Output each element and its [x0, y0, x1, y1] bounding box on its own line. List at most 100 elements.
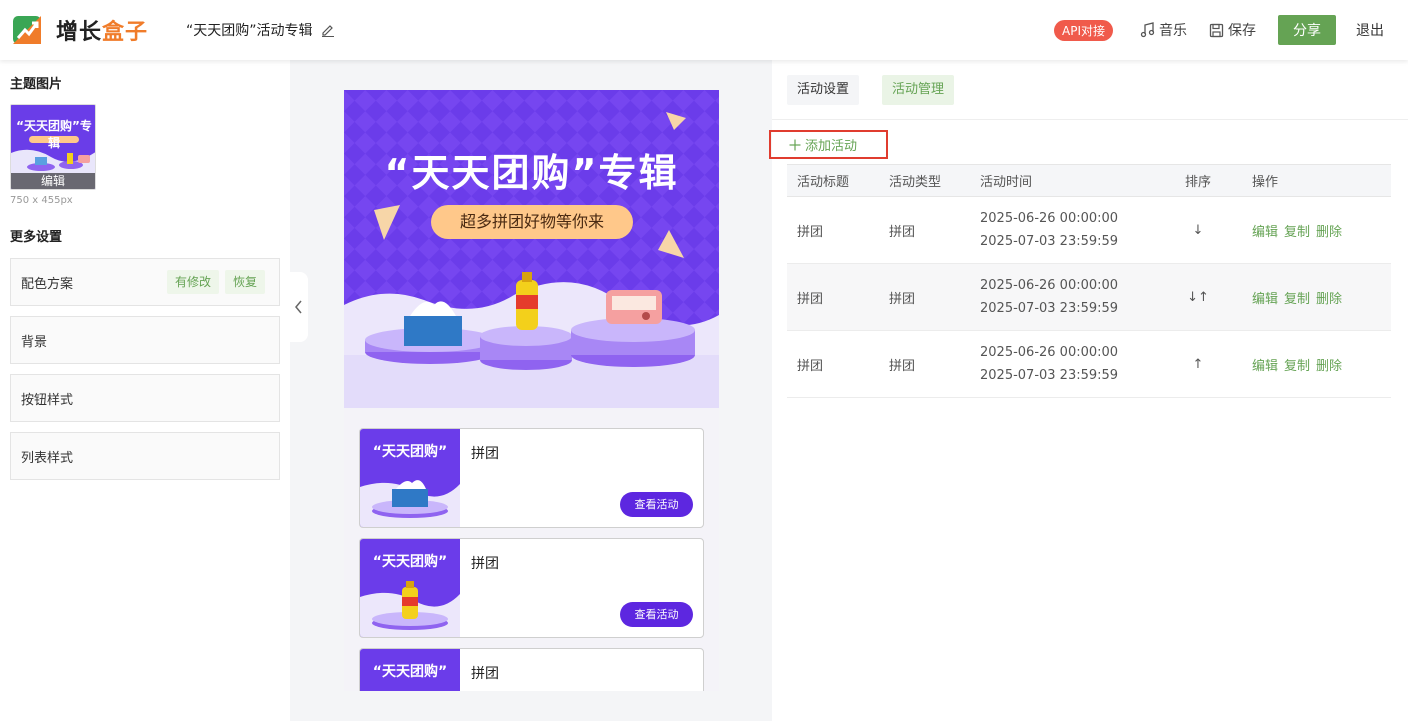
tab-divider: [772, 119, 1408, 120]
logo-text: 增长盒子: [56, 20, 149, 45]
delete-link[interactable]: 删除: [1316, 359, 1342, 374]
right-management-panel: 活动设置 活动管理 添加活动 活动标题 活动类型 活动时间 排序 操作 拼团 拼…: [769, 60, 1408, 721]
col-type-header: 活动类型: [879, 164, 970, 197]
row-end-time: 2025-07-03 23:59:59: [980, 234, 1119, 249]
row-end-time: 2025-07-03 23:59:59: [980, 301, 1119, 316]
table-row: 拼团 拼团 2025-06-26 00:00:00 2025-07-03 23:…: [787, 263, 1391, 331]
save-label: 保存: [1228, 23, 1256, 39]
row-type: 拼团: [879, 196, 970, 264]
activity-card[interactable]: “天天团购” 拼团 查看活动: [359, 538, 704, 638]
growth-logo-icon: [13, 16, 41, 44]
background-item[interactable]: 背景: [10, 316, 280, 364]
save-disk-icon: [1209, 23, 1224, 37]
delete-link[interactable]: 删除: [1316, 292, 1342, 307]
exit-button[interactable]: 退出: [1356, 20, 1384, 40]
activity-table: 活动标题 活动类型 活动时间 排序 操作 拼团 拼团 2025-06-26 00…: [787, 164, 1391, 398]
list-style-label: 列表样式: [21, 450, 74, 466]
sort-arrows[interactable]: ↓↑: [1158, 263, 1238, 331]
background-label: 背景: [21, 334, 48, 350]
card-image-title: “天天团购”: [372, 664, 448, 680]
copy-link[interactable]: 复制: [1284, 225, 1310, 240]
theme-image-heading: 主题图片: [10, 77, 63, 92]
thumb-banner-title: “天天团购”专辑: [16, 119, 92, 150]
card-name: 拼团: [471, 556, 499, 572]
row-type: 拼团: [879, 330, 970, 398]
edit-pencil-icon[interactable]: [321, 23, 335, 37]
row-actions: 编辑 复制 删除: [1238, 263, 1391, 331]
theme-image-thumbnail[interactable]: “天天团购”专辑 编辑: [10, 104, 96, 190]
row-actions: 编辑 复制 删除: [1238, 196, 1391, 264]
col-title-header: 活动标题: [787, 164, 879, 197]
top-header: 增长盒子 “天天团购”活动专辑 API对接 音乐 保存 分享 退出: [0, 0, 1408, 60]
preview-area: “天天团购”专辑 超多拼团好物等你来 “天天团购” 拼团 查看活动 “天天团购”…: [290, 60, 772, 721]
row-title: 拼团: [787, 263, 879, 331]
page-title: “天天团购”活动专辑: [186, 20, 335, 40]
save-button[interactable]: 保存: [1209, 20, 1256, 40]
row-actions: 编辑 复制 删除: [1238, 330, 1391, 398]
row-end-time: 2025-07-03 23:59:59: [980, 368, 1119, 383]
card-name: 拼团: [471, 446, 499, 462]
table-row: 拼团 拼团 2025-06-26 00:00:00 2025-07-03 23:…: [787, 196, 1391, 264]
modified-tag: 有修改: [167, 270, 220, 294]
row-type: 拼团: [879, 263, 970, 331]
activity-card-image: “天天团购”: [360, 649, 460, 691]
color-scheme-item[interactable]: 配色方案 有修改 恢复: [10, 258, 280, 306]
tab-activity-settings[interactable]: 活动设置: [787, 75, 860, 105]
table-row: 拼团 拼团 2025-06-26 00:00:00 2025-07-03 23:…: [787, 330, 1391, 398]
sort-arrows[interactable]: ↓: [1158, 196, 1238, 264]
button-style-label: 按钮样式: [21, 392, 74, 408]
thumb-edit-button[interactable]: 编辑: [11, 173, 95, 189]
banner-title: “天天团购”专辑: [384, 151, 679, 195]
banner-subtitle: 超多拼团好物等你来: [431, 205, 633, 239]
banner-background-image: [344, 90, 719, 408]
row-start-time: 2025-06-26 00:00:00: [980, 211, 1119, 226]
music-button[interactable]: 音乐: [1139, 20, 1187, 40]
music-note-icon: [1140, 22, 1155, 38]
activity-card[interactable]: “天天团购” 拼团 查看活动: [359, 428, 704, 528]
card-image-title: “天天团购”: [372, 444, 448, 460]
page-title-text: “天天团购”活动专辑: [186, 23, 313, 39]
row-time: 2025-06-26 00:00:00 2025-07-03 23:59:59: [970, 263, 1158, 331]
row-time: 2025-06-26 00:00:00 2025-07-03 23:59:59: [970, 330, 1158, 398]
col-sort-header: 排序: [1158, 164, 1238, 197]
edit-link[interactable]: 编辑: [1252, 225, 1278, 240]
music-label: 音乐: [1159, 23, 1187, 39]
add-activity-button[interactable]: 添加活动: [769, 130, 888, 159]
sort-arrows[interactable]: ↑: [1158, 330, 1238, 398]
collapse-panel-button[interactable]: [290, 272, 308, 342]
activity-card[interactable]: “天天团购” 拼团: [359, 648, 704, 691]
activity-list-preview: “天天团购” 拼团 查看活动 “天天团购” 拼团 查看活动 “天天团购” 拼团: [344, 408, 719, 691]
mobile-preview: “天天团购”专辑 超多拼团好物等你来 “天天团购” 拼团 查看活动 “天天团购”…: [344, 90, 719, 691]
tab-activity-management[interactable]: 活动管理: [882, 75, 955, 105]
api-badge[interactable]: API对接: [1054, 19, 1113, 41]
delete-link[interactable]: 删除: [1316, 225, 1342, 240]
app-logo[interactable]: 增长盒子: [12, 14, 148, 46]
card-image-title: “天天团购”: [372, 554, 448, 570]
restore-button[interactable]: 恢复: [225, 270, 266, 294]
copy-link[interactable]: 复制: [1284, 292, 1310, 307]
chevron-left-icon: [295, 300, 302, 314]
plus-icon: [789, 139, 801, 150]
thumb-size-text: 750 x 455px: [10, 195, 73, 206]
table-header-row: 活动标题 活动类型 活动时间 排序 操作: [787, 164, 1391, 197]
list-style-item[interactable]: 列表样式: [10, 432, 280, 480]
add-activity-label: 添加活动: [805, 139, 858, 154]
row-time: 2025-06-26 00:00:00 2025-07-03 23:59:59: [970, 196, 1158, 264]
activity-card-image: “天天团购”: [360, 429, 460, 527]
edit-link[interactable]: 编辑: [1252, 292, 1278, 307]
row-title: 拼团: [787, 330, 879, 398]
button-style-item[interactable]: 按钮样式: [10, 374, 280, 422]
preview-banner[interactable]: “天天团购”专辑 超多拼团好物等你来: [344, 90, 719, 408]
row-start-time: 2025-06-26 00:00:00: [980, 278, 1119, 293]
share-button[interactable]: 分享: [1278, 15, 1336, 45]
col-time-header: 活动时间: [970, 164, 1158, 197]
more-settings-heading: 更多设置: [10, 230, 63, 245]
view-activity-button[interactable]: 查看活动: [620, 602, 693, 627]
edit-link[interactable]: 编辑: [1252, 359, 1278, 374]
col-ops-header: 操作: [1238, 164, 1391, 197]
view-activity-button[interactable]: 查看活动: [620, 492, 693, 517]
activity-card-image: “天天团购”: [360, 539, 460, 637]
row-title: 拼团: [787, 196, 879, 264]
left-settings-panel: 主题图片 “天天团购”专辑 编辑 750 x 455px 更多设置 配色方案 有…: [0, 60, 290, 721]
copy-link[interactable]: 复制: [1284, 359, 1310, 374]
